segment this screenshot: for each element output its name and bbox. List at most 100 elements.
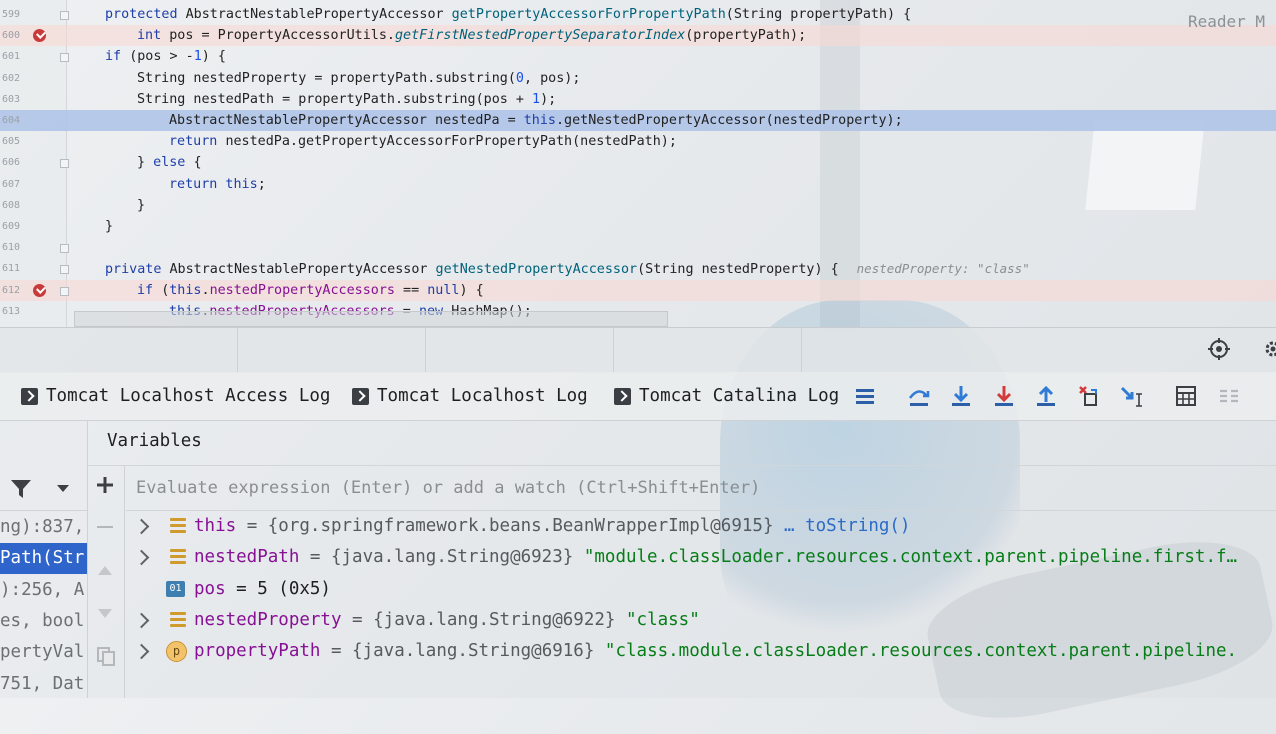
code-line[interactable]: 609} [0, 216, 1276, 237]
tab-tomcat-localhost-access-log[interactable]: Tomcat Localhost Access Log [21, 385, 330, 407]
code-line[interactable]: 599 protected AbstractNestablePropertyAcc… [0, 4, 1276, 25]
line-number[interactable]: 613 [0, 301, 20, 322]
line-number[interactable]: 603 [0, 89, 20, 110]
reader-mode-label[interactable]: Reader M [1188, 12, 1265, 31]
line-number[interactable]: 609 [0, 216, 20, 237]
code-line[interactable]: 608} [0, 195, 1276, 216]
variable-row[interactable]: nestedPath = {java.lang.String@6923} "mo… [126, 542, 1276, 573]
code-line[interactable]: 604 AbstractNestablePropertyAccessor nest… [0, 110, 1276, 131]
move-up-icon[interactable] [97, 564, 113, 576]
code-token: pos = PropertyAccessorUtils. [169, 28, 395, 44]
run-to-cursor-icon[interactable] [1120, 384, 1144, 408]
stack-frame-row[interactable]: es, bool [0, 606, 87, 637]
line-number[interactable]: 608 [0, 195, 20, 216]
variable-type: = {org.springframework.beans.BeanWrapper… [236, 516, 785, 536]
duplicate-icon[interactable] [96, 646, 116, 666]
chevron-down-icon[interactable] [56, 484, 70, 494]
chevron-right-icon[interactable] [133, 612, 150, 629]
line-number[interactable]: 600 [0, 25, 20, 46]
strip-divider [613, 328, 614, 372]
code-token: .getNestedPropertyAccessor(nestedPropert… [555, 113, 903, 128]
fold-marker-icon[interactable] [60, 11, 69, 20]
to-string-link[interactable]: … toString() [784, 516, 910, 536]
field-icon [170, 518, 186, 534]
fold-marker-icon[interactable] [60, 265, 69, 275]
variable-row[interactable]: p propertyPath = {java.lang.String@6916} … [126, 636, 1276, 667]
variable-row[interactable]: this = {org.springframework.beans.BeanWr… [126, 511, 1276, 542]
evaluate-expression-input[interactable] [136, 476, 1256, 500]
code-editor[interactable]: 599 protected AbstractNestablePropertyAcc… [0, 0, 1276, 327]
debug-tool-strip [0, 327, 1276, 373]
code-line[interactable]: 612 if (this.nestedPropertyAccessors == n… [0, 279, 1276, 301]
variable-value: "class" [626, 609, 700, 630]
stack-frame-row[interactable]: pertyVal [0, 637, 87, 668]
filter-icon[interactable] [10, 479, 32, 499]
code-token: AbstractNestablePropertyAccessor [185, 7, 452, 22]
step-out-icon[interactable] [1034, 384, 1058, 408]
horizontal-scrollbar[interactable] [74, 311, 668, 327]
evaluate-expression-icon[interactable] [1174, 384, 1198, 408]
code-text: } [137, 195, 145, 216]
code-line[interactable]: 602 String nestedProperty = propertyPath.… [0, 68, 1276, 89]
chevron-right-icon[interactable] [133, 518, 150, 535]
line-number[interactable]: 602 [0, 68, 20, 89]
add-watch-icon[interactable] [96, 476, 114, 494]
line-number[interactable]: 607 [0, 174, 20, 195]
code-token: ) { [459, 282, 484, 298]
stack-frame-row[interactable]: 751, Dat [0, 669, 87, 700]
code-line[interactable]: 607 return this; [0, 174, 1276, 195]
code-line[interactable]: 601 if (pos > -1) { [0, 46, 1276, 67]
code-text: return this; [169, 174, 266, 195]
breakpoint-icon[interactable] [33, 283, 46, 297]
breakpoint-icon[interactable] [33, 29, 46, 43]
fold-marker-icon[interactable] [60, 244, 69, 254]
line-number[interactable]: 601 [0, 46, 20, 67]
chevron-right-icon[interactable] [133, 550, 150, 566]
force-step-into-icon[interactable] [992, 384, 1016, 408]
code-token: protected [105, 7, 186, 22]
line-number[interactable]: 606 [0, 152, 20, 173]
code-token: AbstractNestablePropertyAccessor [169, 262, 436, 278]
line-number[interactable]: 611 [0, 258, 20, 279]
code-line[interactable]: 606} else { [0, 152, 1276, 173]
code-token: ; [257, 176, 266, 192]
code-line[interactable]: 605 return nestedPa.getPropertyAccessorFo… [0, 131, 1276, 152]
move-down-icon[interactable] [97, 608, 113, 620]
code-line[interactable]: 611 private AbstractNestablePropertyAcces… [0, 258, 1276, 279]
line-number[interactable]: 612 [0, 280, 20, 301]
field-icon [170, 611, 186, 628]
gear-icon[interactable] [1262, 338, 1276, 360]
code-token: private [105, 262, 170, 278]
line-number[interactable]: 604 [0, 110, 20, 131]
variable-name: nestedPath [194, 547, 300, 568]
code-token: getPropertyAccessorForPropertyPath [451, 7, 726, 22]
drop-frame-icon[interactable] [1077, 384, 1101, 408]
menu-icon[interactable] [853, 384, 877, 408]
code-line[interactable]: 610 [0, 237, 1276, 258]
stack-frame-row[interactable]: Path(Str [0, 543, 87, 575]
tab-label: Tomcat Catalina Log [639, 386, 840, 406]
line-number[interactable]: 605 [0, 131, 20, 152]
line-number[interactable]: 610 [0, 237, 20, 258]
fold-marker-icon[interactable] [60, 286, 69, 296]
variable-row[interactable]: 01 pos = 5 (0x5) [126, 574, 1276, 605]
code-token: ) { [201, 49, 226, 65]
line-number[interactable]: 599 [0, 4, 20, 25]
code-token: getNestedPropertyAccessor [435, 262, 638, 278]
field-icon [170, 549, 186, 565]
crosshair-icon[interactable] [1208, 338, 1230, 360]
tab-tomcat-catalina-log[interactable]: Tomcat Catalina Log [614, 385, 839, 407]
code-line[interactable]: 600 int pos = PropertyAccessorUtils.getFi… [0, 25, 1276, 47]
stack-frame-row[interactable]: ng):837, [0, 512, 87, 543]
trace-stream-icon [1220, 389, 1238, 403]
fold-marker-icon[interactable] [60, 159, 69, 169]
step-over-icon[interactable] [907, 384, 931, 408]
chevron-right-icon[interactable] [133, 643, 150, 660]
variable-row[interactable]: nestedProperty = {java.lang.String@6922}… [126, 605, 1276, 636]
tab-tomcat-localhost-log[interactable]: Tomcat Localhost Log [352, 385, 588, 407]
code-line[interactable]: 603 String nestedPath = propertyPath.subs… [0, 89, 1276, 110]
stack-frame-row[interactable]: ):256, A [0, 575, 87, 606]
step-into-icon[interactable] [949, 384, 973, 408]
fold-marker-icon[interactable] [60, 53, 69, 63]
remove-watch-icon[interactable] [97, 526, 113, 530]
